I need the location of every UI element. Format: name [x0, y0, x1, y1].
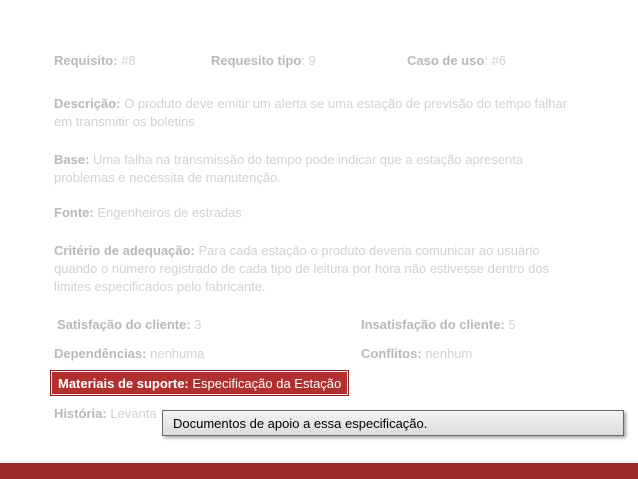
requisito-tipo-label: Requesito tipo — [211, 53, 302, 68]
insatisfacao-label: Insatisfação do cliente: — [361, 317, 505, 332]
footer-bar — [0, 463, 638, 479]
requisito-value: #8 — [121, 53, 136, 68]
materiais-suporte-highlight[interactable]: Materiais de suporte: Especificação da E… — [51, 371, 349, 395]
requisito-tipo-field: Requesito tipo: 9 — [211, 52, 316, 70]
criterio-field: Critério de adequação: Para cada estação… — [54, 242, 584, 296]
dependencias-field: Dependências: nenhuma — [54, 345, 204, 363]
conflitos-field: Conflitos: nenhum — [361, 345, 472, 363]
fonte-value: Engenheiros de estradas — [97, 205, 242, 220]
historia-label: História: — [54, 406, 107, 421]
insatisfacao-value: 5 — [508, 317, 516, 332]
historia-value: Levanta — [110, 406, 157, 421]
base-label: Base: — [54, 152, 90, 167]
caso-uso-field: Caso de uso: #6 — [407, 52, 506, 70]
satisfacao-value: 3 — [194, 317, 202, 332]
fonte-field: Fonte: Engenheiros de estradas — [54, 204, 242, 222]
base-field: Base: Uma falha na transmissão do tempo … — [54, 151, 584, 187]
fonte-label: Fonte: — [54, 205, 94, 220]
criterio-label: Critério de adequação: — [54, 243, 195, 258]
slide: Requisito: #8 Requesito tipo: 9 Caso de … — [0, 0, 638, 479]
insatisfacao-field: Insatisfação do cliente: 5 — [361, 316, 516, 334]
satisfacao-label: Satisfação do cliente: — [57, 317, 191, 332]
caso-uso-label: Caso de uso — [407, 53, 485, 68]
requisito-field: Requisito: #8 — [54, 52, 136, 70]
requisito-tipo-value: : 9 — [301, 53, 316, 68]
conflitos-label: Conflitos: — [361, 346, 422, 361]
conflitos-value: nenhum — [425, 346, 473, 361]
descricao-field: Descrição: O produto deve emitir um aler… — [54, 95, 584, 131]
descricao-label: Descrição: — [54, 96, 121, 111]
materiais-label: Materiais de suporte: — [58, 375, 189, 391]
base-value: Uma falha na transmissão do tempo pode i… — [54, 152, 524, 185]
historia-field: História: Levanta — [54, 405, 157, 423]
descricao-value: O produto deve emitir um alerta se uma e… — [54, 96, 568, 129]
tooltip: Documentos de apoio a essa especificação… — [162, 410, 624, 436]
dependencias-value: nenhuma — [150, 346, 205, 361]
caso-uso-value: : #6 — [484, 53, 506, 68]
dependencias-label: Dependências: — [54, 346, 147, 361]
materiais-value: Especificação da Estação — [192, 375, 342, 391]
satisfacao-field: Satisfação do cliente: 3 — [57, 316, 202, 334]
requisito-label: Requisito: — [54, 53, 118, 68]
tooltip-text: Documentos de apoio a essa especificação… — [173, 415, 428, 431]
